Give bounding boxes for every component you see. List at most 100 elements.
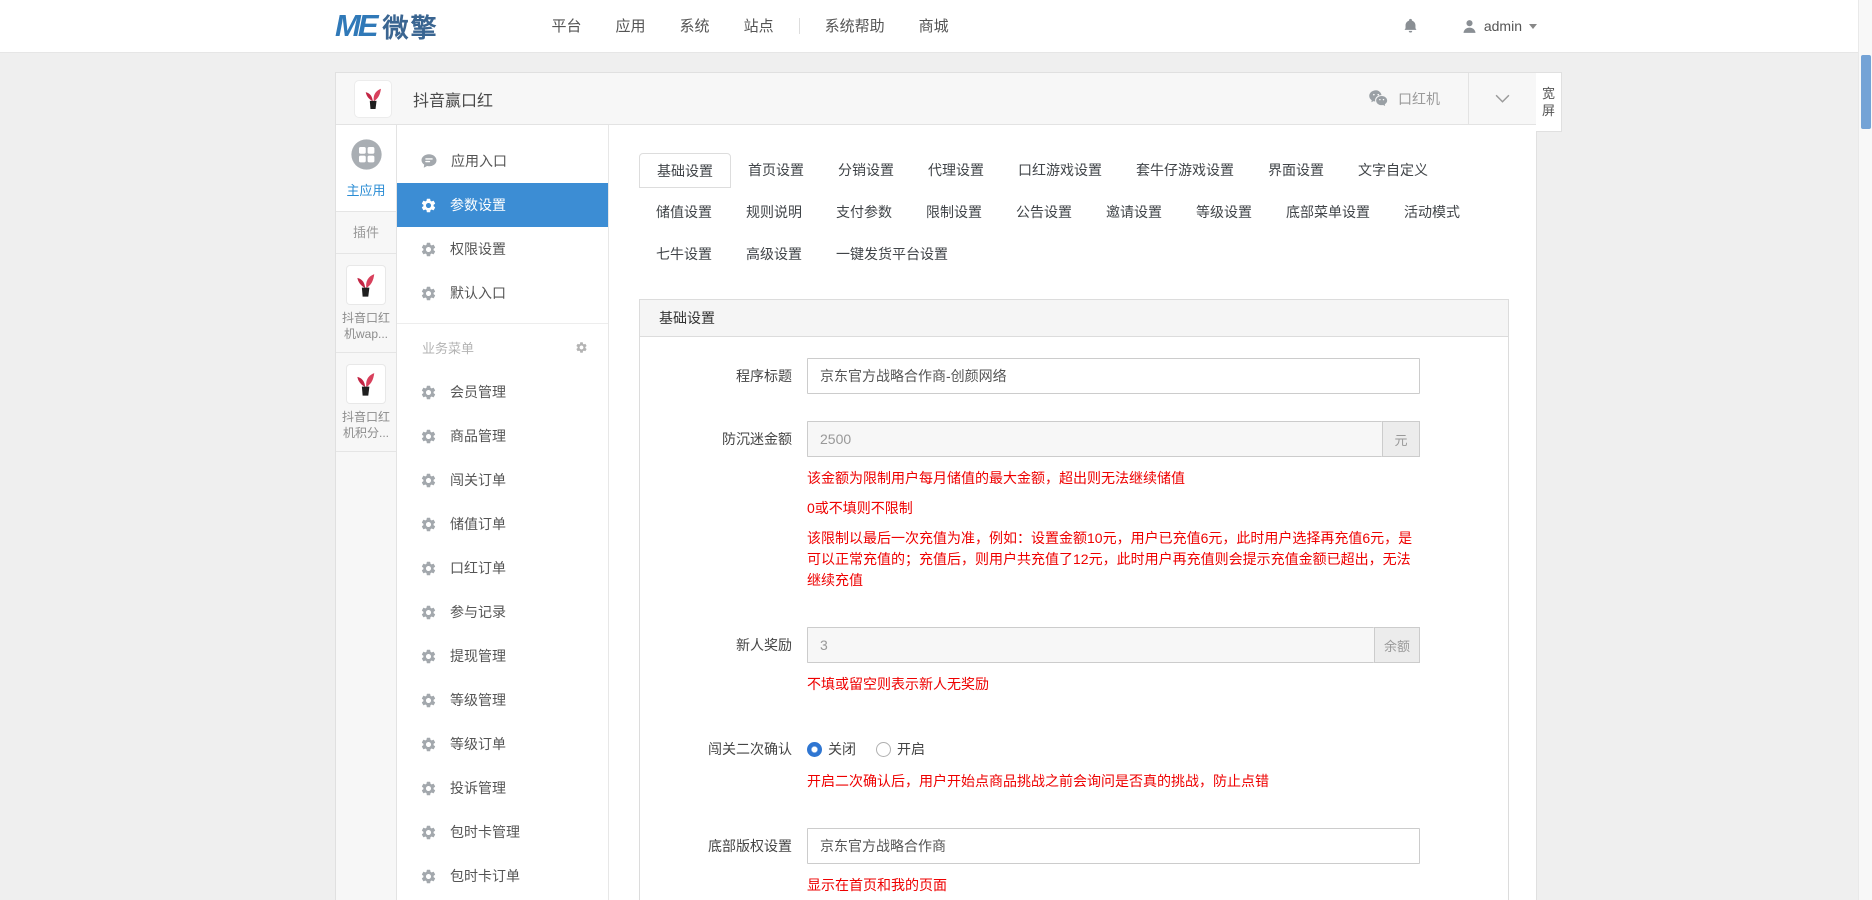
sidebar-item-product-mgmt[interactable]: 商品管理 [397,414,608,458]
radio-off[interactable]: 关闭 [807,731,856,767]
field-label: 闯关二次确认 [708,741,792,757]
rail-app-wap[interactable]: 抖音口红机wap... [336,254,396,353]
unit-addon: 元 [1382,421,1420,457]
sidebar-item-level-mgmt[interactable]: 等级管理 [397,678,608,722]
notification-bell-icon[interactable] [1402,16,1419,36]
tab-basic[interactable]: 基础设置 [639,153,731,188]
sidebar-item-label: 权限设置 [450,241,506,257]
sidebar-item-recharge-orders[interactable]: 储值订单 [397,502,608,546]
rail-main-app-label: 主应用 [346,183,386,198]
widescreen-toggle[interactable]: 宽屏 [1536,72,1562,132]
sidebar-item-params[interactable]: 参数设置 [397,183,608,227]
rail-main-app[interactable]: 主应用 [336,125,396,212]
gear-icon [420,604,437,621]
field-label: 防沉迷金额 [722,431,792,447]
app-lipstick-icon [355,80,391,117]
nav-apps[interactable]: 应用 [599,0,663,53]
program-title-input[interactable] [807,358,1420,394]
tab-qiniu[interactable]: 七牛设置 [639,237,729,272]
copyright-input[interactable] [807,828,1420,864]
section-settings-gear-icon[interactable] [575,341,588,354]
top-nav: 平台 应用 系统 站点 系统帮助 商城 [535,0,966,53]
tab-recharge[interactable]: 储值设置 [639,195,729,230]
tab-shipping-platform[interactable]: 一键发货平台设置 [819,237,965,272]
tab-advanced[interactable]: 高级设置 [729,237,819,272]
sidebar-item-label: 应用入口 [451,153,507,169]
tab-level[interactable]: 等级设置 [1179,195,1269,230]
sidebar-item-label: 包时卡管理 [450,824,520,840]
tab-rules[interactable]: 规则说明 [729,195,819,230]
user-menu[interactable]: admin [1461,18,1537,35]
field-tip: 不填或留空则表示新人无奖励 [807,676,989,692]
module-switch-button[interactable]: 口红机 [1368,88,1468,109]
field-label: 新人奖励 [736,637,792,653]
tab-distribution[interactable]: 分销设置 [821,153,911,188]
tab-interface[interactable]: 界面设置 [1251,153,1341,188]
nav-site[interactable]: 站点 [727,0,791,53]
gear-icon [420,428,437,445]
settings-content: 基础设置 首页设置 分销设置 代理设置 口红游戏设置 套牛仔游戏设置 界面设置 … [609,125,1536,900]
sidebar-item-withdrawal-mgmt[interactable]: 提现管理 [397,634,608,678]
rail-app-points[interactable]: 抖音口红机积分... [336,353,396,452]
sidebar-item-default-entry[interactable]: 默认入口 [397,271,608,315]
gear-icon [420,472,437,489]
sidebar-item-participation-records[interactable]: 参与记录 [397,590,608,634]
sidebar-item-label: 等级订单 [450,736,506,752]
field-tip: 该金额为限制用户每月储值的最大金额，超出则无法继续储值 [807,470,1185,486]
gear-icon [420,868,437,885]
nav-store[interactable]: 商城 [902,0,966,53]
gear-icon [420,285,437,302]
nav-divider [798,18,800,34]
widescreen-label: 宽屏 [1541,86,1555,118]
sidebar-item-label: 口红订单 [450,560,506,576]
tab-announcement[interactable]: 公告设置 [999,195,1089,230]
rail-plugins[interactable]: 插件 [336,212,396,254]
nav-system[interactable]: 系统 [663,0,727,53]
gear-icon [420,241,437,258]
tab-bottom-menu[interactable]: 底部菜单设置 [1269,195,1387,230]
sidebar-item-label: 等级管理 [450,692,506,708]
sidebar-item-label: 会员管理 [450,384,506,400]
sidebar-item-label: 投诉管理 [450,780,506,796]
sidebar-item-lipstick-orders[interactable]: 口红订单 [397,546,608,590]
page-background: 抖音赢口红 口红机 宽屏 主应用 插件 抖音口红机wap... 抖音口红机积分.… [0,72,1872,900]
weengine-logo[interactable]: ME 微擎 [335,8,439,45]
basic-settings-panel: 基础设置 程序标题 防沉迷金额 [639,299,1509,900]
tab-cowboy-game[interactable]: 套牛仔游戏设置 [1119,153,1251,188]
anti-addiction-field: 防沉迷金额 元 该金额为限制用户每月储值的最大金额，超出则无法继续储值 0或不填… [640,421,1508,600]
caret-down-icon [1529,23,1537,29]
tab-custom-text[interactable]: 文字自定义 [1341,153,1445,188]
nav-help[interactable]: 系统帮助 [808,0,902,53]
anti-addiction-input[interactable] [807,421,1382,457]
radio-unselected-icon [876,741,891,757]
sidebar-item-challenge-orders[interactable]: 闯关订单 [397,458,608,502]
scrollbar[interactable] [1858,0,1872,900]
app-window-header: 抖音赢口红 口红机 宽屏 [336,72,1562,132]
radio-on[interactable]: 开启 [876,731,925,767]
sidebar-item-member-mgmt[interactable]: 会员管理 [397,370,608,414]
app-title: 抖音赢口红 [413,92,494,110]
sidebar-item-permissions[interactable]: 权限设置 [397,227,608,271]
unit-addon: 余额 [1373,627,1420,663]
wechat-icon [1368,88,1389,109]
newcomer-reward-input[interactable] [807,627,1374,663]
tab-activity-mode[interactable]: 活动模式 [1387,195,1477,230]
chat-bubble-icon [420,152,438,170]
tab-agent[interactable]: 代理设置 [911,153,1001,188]
lipstick-app-icon [347,365,385,403]
sidebar-item-timecard-mgmt[interactable]: 包时卡管理 [397,810,608,854]
sidebar-item-app-entry[interactable]: 应用入口 [397,139,608,183]
app-window: 抖音赢口红 口红机 宽屏 主应用 插件 抖音口红机wap... 抖音口红机积分.… [335,72,1562,900]
tab-limit[interactable]: 限制设置 [909,195,999,230]
sidebar-item-level-orders[interactable]: 等级订单 [397,722,608,766]
tab-home[interactable]: 首页设置 [731,153,821,188]
tab-invite[interactable]: 邀请设置 [1089,195,1179,230]
scrollbar-thumb[interactable] [1861,55,1871,129]
tab-payment[interactable]: 支付参数 [819,195,909,230]
tab-lipstick-game[interactable]: 口红游戏设置 [1001,153,1119,188]
nav-platform[interactable]: 平台 [535,0,599,53]
collapse-button[interactable] [1469,73,1536,124]
sidebar-item-complaint-mgmt[interactable]: 投诉管理 [397,766,608,810]
sidebar-item-timecard-orders[interactable]: 包时卡订单 [397,854,608,898]
gear-icon [420,780,437,797]
